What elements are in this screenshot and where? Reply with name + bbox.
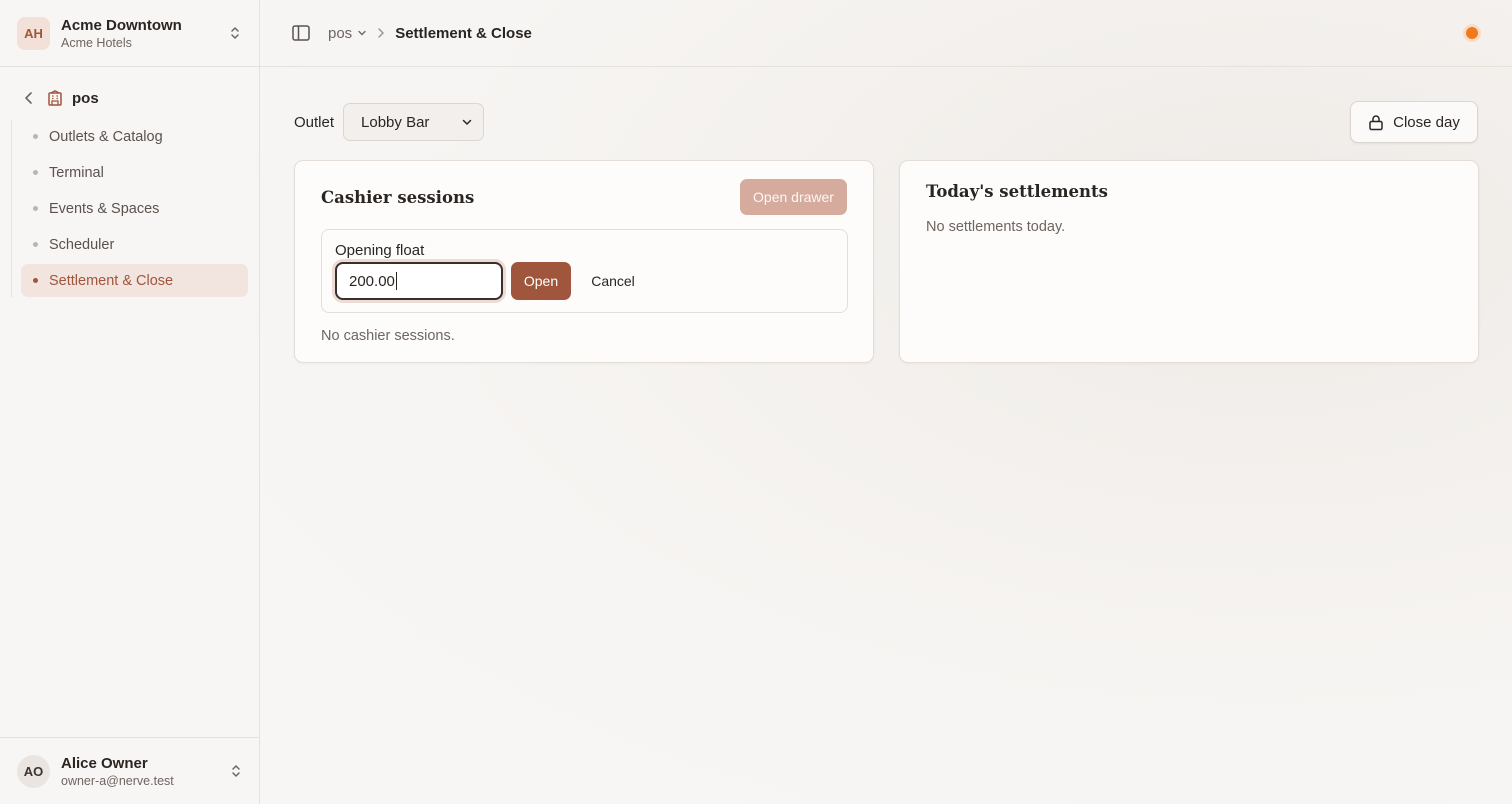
sidebar-item-label: Events & Spaces [49, 200, 160, 217]
org-avatar: AH [17, 16, 50, 50]
bullet-icon [33, 242, 38, 247]
settlements-title: Today's settlements [926, 182, 1108, 201]
sidebar-item-events-spaces[interactable]: Events & Spaces [21, 192, 248, 225]
bullet-icon [33, 170, 38, 175]
org-info: Acme Downtown Acme Hotels [61, 17, 228, 50]
sidebar-item-label: Scheduler [49, 236, 115, 253]
org-subtitle: Acme Hotels [61, 35, 132, 50]
settlements-empty-text: No settlements today. [926, 219, 1066, 235]
opening-float-form: Opening float 200.00 Open Cancel [321, 229, 848, 313]
text-caret [395, 272, 397, 290]
back-icon[interactable] [22, 91, 36, 105]
close-day-button[interactable]: Close day [1350, 101, 1478, 143]
settlements-card: Today's settlements No settlements today… [899, 160, 1479, 363]
nav-title: pos [72, 89, 99, 107]
outlet-select[interactable]: Lobby Bar [343, 103, 485, 141]
sidebar: AH Acme Downtown Acme Hotels pos Outlets… [0, 0, 260, 804]
org-name: Acme Downtown [61, 16, 182, 34]
chevron-down-icon [358, 30, 366, 36]
user-name: Alice Owner [61, 754, 148, 772]
user-info: Alice Owner owner-a@nerve.test [61, 755, 229, 788]
sidebar-item-settlement-close[interactable]: Settlement & Close [21, 264, 248, 297]
breadcrumb-current: Settlement & Close [395, 24, 532, 42]
user-email: owner-a@nerve.test [61, 773, 174, 788]
bullet-icon [33, 134, 38, 139]
sidebar-item-terminal[interactable]: Terminal [21, 156, 248, 189]
user-menu[interactable]: AO Alice Owner owner-a@nerve.test [0, 737, 260, 804]
opening-float-value: 200.00 [349, 272, 395, 290]
building-icon [46, 89, 64, 107]
chevron-updown-icon [229, 761, 243, 781]
lock-icon [1369, 114, 1383, 130]
bullet-icon [33, 278, 38, 283]
breadcrumb-module-label: pos [328, 24, 353, 42]
sidebar-item-label: Outlets & Catalog [49, 128, 163, 145]
cancel-button[interactable]: Cancel [580, 262, 646, 300]
outlet-filter: Outlet Lobby Bar [294, 103, 485, 141]
sidebar-item-label: Settlement & Close [49, 272, 174, 289]
close-day-label: Close day [1393, 113, 1460, 131]
org-switcher[interactable]: AH Acme Downtown Acme Hotels [0, 0, 259, 67]
opening-float-input[interactable]: 200.00 [335, 262, 503, 300]
nav-list: Outlets & Catalog Terminal Events & Spac… [11, 120, 259, 297]
sidebar-item-label: Terminal [49, 164, 104, 181]
user-avatar: AO [17, 754, 50, 788]
chevron-updown-icon [228, 23, 242, 43]
opening-float-label: Opening float [335, 242, 425, 259]
outlet-select-value: Lobby Bar [361, 113, 430, 131]
status-indicator [1466, 27, 1478, 39]
open-button[interactable]: Open [511, 262, 571, 300]
bullet-icon [33, 206, 38, 211]
open-drawer-button[interactable]: Open drawer [740, 179, 847, 215]
sidebar-item-scheduler[interactable]: Scheduler [21, 228, 248, 261]
sidebar-toggle-icon[interactable] [291, 23, 311, 43]
sidebar-item-outlets-catalog[interactable]: Outlets & Catalog [21, 120, 248, 153]
chevron-down-icon [462, 119, 472, 126]
breadcrumb-separator-icon [377, 25, 385, 41]
outlet-label: Outlet [294, 113, 335, 131]
breadcrumb-module[interactable]: pos [328, 25, 367, 42]
main-content: pos Settlement & Close Outlet Lobby Bar … [260, 0, 1512, 804]
cashier-empty-text: No cashier sessions. [321, 328, 455, 344]
cashier-sessions-title: Cashier sessions [321, 188, 475, 207]
topbar: pos Settlement & Close [260, 0, 1512, 67]
nav-header: pos [0, 81, 259, 115]
cashier-sessions-card: Cashier sessions Open drawer Opening flo… [294, 160, 874, 363]
